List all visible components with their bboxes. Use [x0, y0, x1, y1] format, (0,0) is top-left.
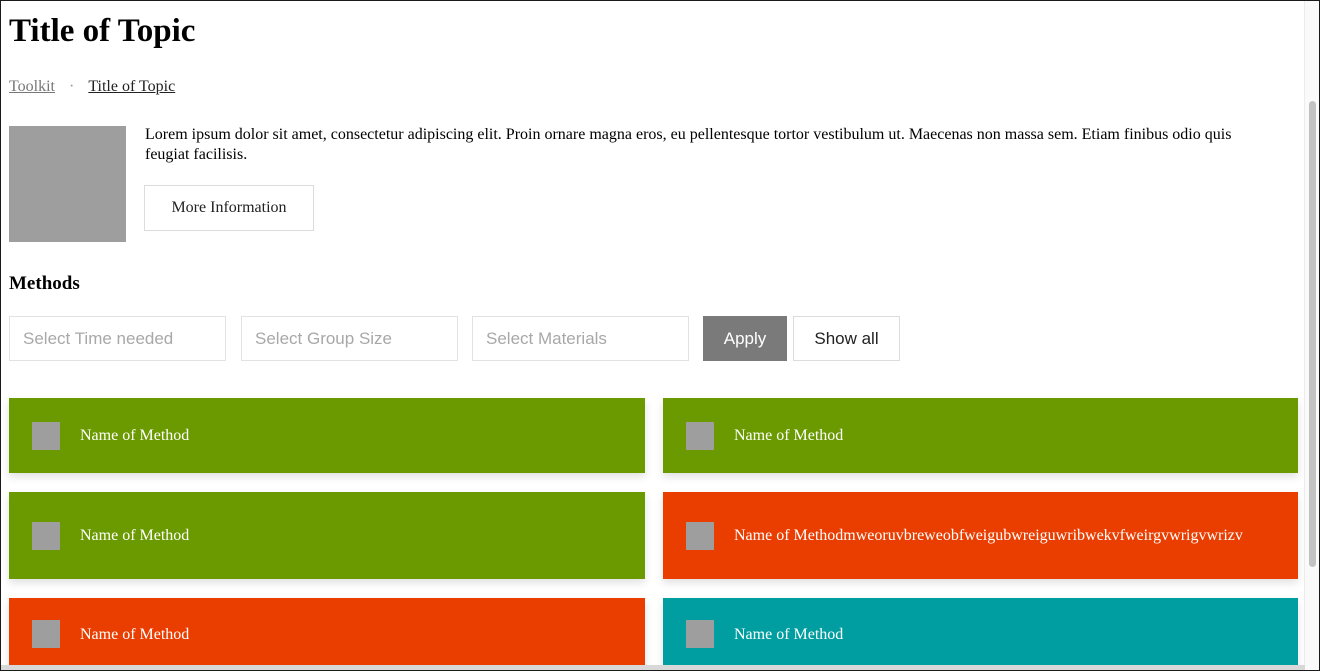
method-name: Name of Method — [80, 427, 190, 444]
method-name: Name of Method — [80, 625, 190, 643]
method-name: Name of Method — [80, 527, 190, 544]
method-card[interactable]: Name of Method — [9, 398, 645, 473]
breadcrumb-separator: · — [69, 78, 75, 95]
page-title: Title of Topic — [9, 13, 196, 49]
method-name: Name of Method — [734, 625, 844, 643]
group-size-select[interactable] — [241, 316, 458, 361]
time-needed-select[interactable] — [9, 316, 226, 361]
scrollbar-thumb[interactable] — [1309, 101, 1316, 567]
horizontal-scrollbar[interactable] — [1, 665, 1305, 670]
more-information-button[interactable]: More Information — [144, 185, 314, 231]
page: Title of Topic Toolkit · Title of Topic Lo… — [0, 0, 1320, 671]
materials-select[interactable] — [472, 316, 689, 361]
method-name: Name of Methodmweoruvbreweobfweigubwreig… — [734, 527, 1243, 544]
method-card[interactable]: Name of Method — [9, 492, 645, 579]
method-image-icon — [686, 421, 714, 450]
method-image-icon — [686, 620, 714, 648]
methods-heading: Methods — [9, 273, 80, 294]
method-card[interactable]: Name of Method — [9, 598, 645, 670]
method-image-icon — [32, 620, 60, 648]
vertical-scrollbar[interactable] — [1304, 1, 1319, 670]
method-image-icon — [686, 521, 714, 550]
breadcrumb-current-link[interactable]: Title of Topic — [88, 78, 175, 95]
method-image-icon — [32, 421, 60, 450]
method-card[interactable]: Name of Methodmweoruvbreweobfweigubwreig… — [663, 492, 1298, 579]
method-name: Name of Method — [734, 427, 844, 444]
method-image-icon — [32, 521, 60, 550]
apply-button[interactable]: Apply — [703, 316, 787, 361]
topic-image-placeholder — [9, 126, 126, 242]
method-card[interactable]: Name of Method — [663, 398, 1298, 473]
topic-description: Lorem ipsum dolor sit amet, consectetur … — [145, 126, 1232, 163]
method-card[interactable]: Name of Method — [663, 598, 1298, 670]
breadcrumb-toolkit-link[interactable]: Toolkit — [9, 78, 55, 95]
show-all-button[interactable]: Show all — [793, 316, 900, 361]
breadcrumb: Toolkit · Title of Topic — [9, 77, 175, 97]
